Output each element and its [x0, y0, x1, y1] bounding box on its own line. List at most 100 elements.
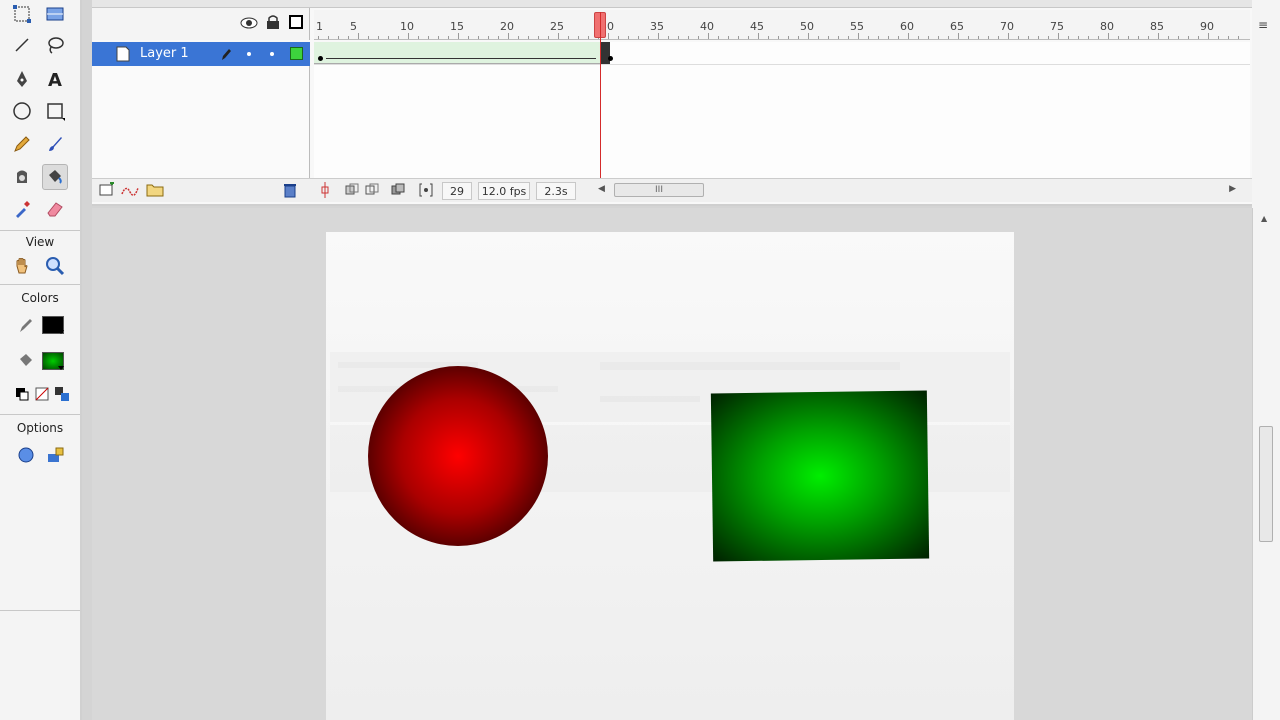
- stage-canvas[interactable]: [326, 232, 1014, 720]
- ruler-tick-label: 40: [700, 20, 714, 33]
- onion-skin-outlines-icon[interactable]: [364, 182, 380, 201]
- ruler-tick-label: 60: [900, 20, 914, 33]
- ruler-tick: [848, 36, 849, 39]
- ruler-tick: [338, 36, 339, 39]
- ruler-tick: [398, 36, 399, 39]
- ruler-tick: [1058, 33, 1059, 39]
- ruler-tick: [508, 33, 509, 39]
- hand-icon[interactable]: [9, 253, 35, 279]
- elapsed-time-field: 2.3s: [536, 182, 576, 200]
- show-hide-eye-icon[interactable]: [240, 16, 258, 33]
- ruler-tick: [1138, 36, 1139, 39]
- ruler-tick: [1108, 33, 1109, 39]
- stage-pasteboard[interactable]: [92, 208, 1252, 720]
- ruler-tick: [498, 36, 499, 39]
- pencil-icon[interactable]: [9, 131, 35, 157]
- edit-multiple-frames-icon[interactable]: [390, 182, 406, 201]
- stroke-color-pencil-icon: [13, 312, 39, 338]
- ruler-tick: [688, 36, 689, 39]
- rectangle-icon[interactable]: [42, 98, 68, 124]
- ruler-tick: [478, 36, 479, 39]
- gap-size-icon[interactable]: [13, 442, 39, 468]
- ruler-tick: [978, 36, 979, 39]
- visibility-dot[interactable]: [247, 52, 251, 56]
- panel-options-icon[interactable]: ≡: [1258, 18, 1268, 32]
- stage-vertical-scrollbar[interactable]: ▲: [1252, 208, 1280, 720]
- ruler-tick: [1118, 36, 1119, 39]
- paint-bucket-icon[interactable]: [42, 164, 68, 190]
- eyedropper-icon[interactable]: [9, 196, 35, 222]
- ruler-tick: [828, 36, 829, 39]
- swap-colors-icon[interactable]: [49, 381, 75, 407]
- ruler-tick: [948, 36, 949, 39]
- insert-layer-icon[interactable]: [98, 181, 116, 201]
- ruler-tick: [518, 36, 519, 39]
- timeline-status-bar: 29 12.0 fps 2.3s ◀ III ▶: [92, 178, 1280, 202]
- ruler-tick-label: 15: [450, 20, 464, 33]
- ruler-tick-label: 90: [1200, 20, 1214, 33]
- edit-pencil-icon: [220, 47, 232, 64]
- gradient-transform-icon[interactable]: [42, 1, 68, 27]
- lock-dot[interactable]: [270, 52, 274, 56]
- frames-grid[interactable]: [314, 42, 1250, 178]
- ink-bottle-icon[interactable]: [9, 164, 35, 190]
- ruler-tick: [1088, 36, 1089, 39]
- insert-folder-icon[interactable]: [146, 181, 164, 200]
- layer-row[interactable]: Layer 1: [92, 42, 310, 66]
- frame-rate-field[interactable]: 12.0 fps: [478, 182, 530, 200]
- outline-color-swatch[interactable]: [290, 47, 303, 60]
- ruler-tick: [678, 36, 679, 39]
- ruler-tick: [348, 36, 349, 39]
- layer-name[interactable]: Layer 1: [140, 46, 189, 61]
- timeline-hscroll-thumb[interactable]: III: [614, 183, 704, 197]
- green-gradient-rectangle[interactable]: [710, 390, 930, 562]
- ruler-tick: [1018, 36, 1019, 39]
- scroll-left-arrow-icon[interactable]: ◀: [598, 184, 605, 194]
- ruler-tick: [638, 36, 639, 39]
- frame-ruler[interactable]: 1 5 10 15 20 25 30 35 40 45 50 55 60 65 70 75 80 85 90: [314, 10, 1250, 40]
- modify-onion-markers-icon[interactable]: [418, 182, 434, 201]
- lock-layers-icon[interactable]: [266, 14, 280, 33]
- zoom-icon[interactable]: [42, 253, 68, 279]
- motion-tween-span[interactable]: [314, 42, 600, 64]
- layers-list-empty-area: [92, 66, 310, 178]
- red-gradient-circle[interactable]: [368, 366, 548, 546]
- ruler-tick: [728, 36, 729, 39]
- add-motion-guide-icon[interactable]: [120, 182, 140, 201]
- onion-skin-icon[interactable]: [344, 182, 360, 201]
- text-icon[interactable]: A: [42, 66, 68, 92]
- brush-icon[interactable]: [42, 131, 68, 157]
- pen-icon[interactable]: [9, 66, 35, 92]
- ruler-tick-label: 5: [350, 20, 357, 33]
- ruler-tick: [428, 36, 429, 39]
- center-frame-icon[interactable]: [318, 182, 332, 201]
- ruler-tick: [1038, 36, 1039, 39]
- oval-icon[interactable]: [9, 98, 35, 124]
- ruler-tick: [968, 36, 969, 39]
- free-transform-icon[interactable]: [9, 1, 35, 27]
- timeline-horizontal-scrollbar[interactable]: ◀ III ▶: [598, 183, 1236, 197]
- ruler-tick: [708, 33, 709, 39]
- line-icon[interactable]: [9, 32, 35, 58]
- current-frame-field: 29: [442, 182, 472, 200]
- lock-fill-icon[interactable]: [42, 442, 68, 468]
- options-section-label: Options: [16, 421, 64, 435]
- ruler-tick: [1148, 36, 1149, 39]
- stage-scroll-up-icon[interactable]: ▲: [1261, 214, 1267, 223]
- end-keyframe[interactable]: [608, 56, 613, 61]
- ruler-tick: [1178, 36, 1179, 39]
- ruler-tick-label: 65: [950, 20, 964, 33]
- ruler-tick: [988, 36, 989, 39]
- ruler-tick-label: 75: [1050, 20, 1064, 33]
- scroll-right-arrow-icon[interactable]: ▶: [1229, 184, 1236, 194]
- ruler-tick: [868, 36, 869, 39]
- stage-vscroll-thumb[interactable]: [1259, 426, 1273, 542]
- view-section-label: View: [25, 235, 55, 249]
- outline-toggle-icon[interactable]: [289, 15, 303, 32]
- delete-layer-icon[interactable]: [282, 182, 298, 201]
- start-keyframe[interactable]: [318, 56, 323, 61]
- eraser-icon[interactable]: [42, 196, 68, 222]
- lasso-icon[interactable]: [42, 32, 68, 58]
- ruler-tick: [858, 33, 859, 39]
- ruler-tick: [1228, 36, 1229, 39]
